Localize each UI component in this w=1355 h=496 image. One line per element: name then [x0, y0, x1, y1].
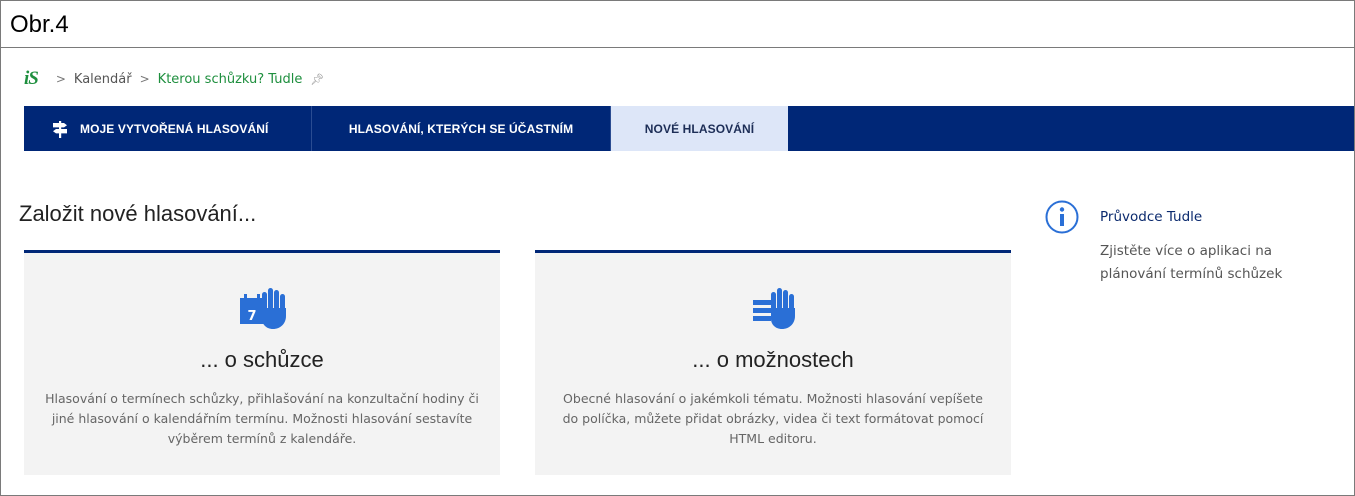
signpost-icon [53, 120, 67, 138]
chevron-right-icon: > [139, 72, 150, 86]
chevron-right-icon: > [55, 72, 66, 86]
is-logo[interactable]: iS [24, 68, 39, 90]
info-icon [1045, 200, 1079, 234]
tab-new-poll[interactable]: NOVÉ HLASOVÁNÍ [611, 106, 788, 151]
tab-my-created-polls[interactable]: MOJE VYTVOŘENÁ HLASOVÁNÍ [24, 106, 312, 151]
calendar-hand-icon: 7 [240, 288, 286, 329]
tab-label: HLASOVÁNÍ, KTERÝCH SE ÚČASTNÍM [348, 121, 574, 136]
tab-label: MOJE VYTVOŘENÁ HLASOVÁNÍ [80, 121, 269, 136]
meeting-poll-card[interactable]: 7 ... o schůzce Hlasování o termínech sc… [24, 250, 500, 475]
card-title: ... o možnostech [692, 347, 854, 372]
tudle-guide-link[interactable]: Průvodce Tudle [1100, 209, 1202, 225]
tab-label: NOVÉ HLASOVÁNÍ [644, 121, 755, 136]
tudle-guide-description: Zjistěte více o aplikaci na plánování te… [1100, 243, 1283, 282]
card-description: Hlasování o termínech schůzky, přihlašov… [45, 391, 479, 446]
tab-participating-polls[interactable]: HLASOVÁNÍ, KTERÝCH SE ÚČASTNÍM [312, 106, 611, 151]
options-poll-card[interactable]: ... o možnostech Obecné hlasování o jaké… [535, 250, 1011, 475]
figure-caption: Obr.4 [1, 1, 1354, 48]
breadcrumb: iS > Kalendář > Kterou schůzku? Tudle 📌︎ [24, 68, 324, 90]
figure-caption-text: Obr.4 [10, 11, 69, 38]
page-title: Založit nové hlasování... [19, 200, 257, 226]
card-description: Obecné hlasování o jakémkoli tématu. Mož… [562, 391, 984, 446]
calendar-day-label: 7 [247, 309, 256, 324]
pin-icon[interactable]: 📌︎ [310, 73, 324, 86]
breadcrumb-item-current: Kterou schůzku? Tudle [157, 71, 303, 87]
card-title: ... o schůzce [200, 347, 324, 372]
main-navbar: MOJE VYTVOŘENÁ HLASOVÁNÍ HLASOVÁNÍ, KTER… [24, 106, 1354, 151]
breadcrumb-item-kalendar[interactable]: Kalendář [74, 72, 132, 87]
list-hand-icon [753, 288, 795, 329]
